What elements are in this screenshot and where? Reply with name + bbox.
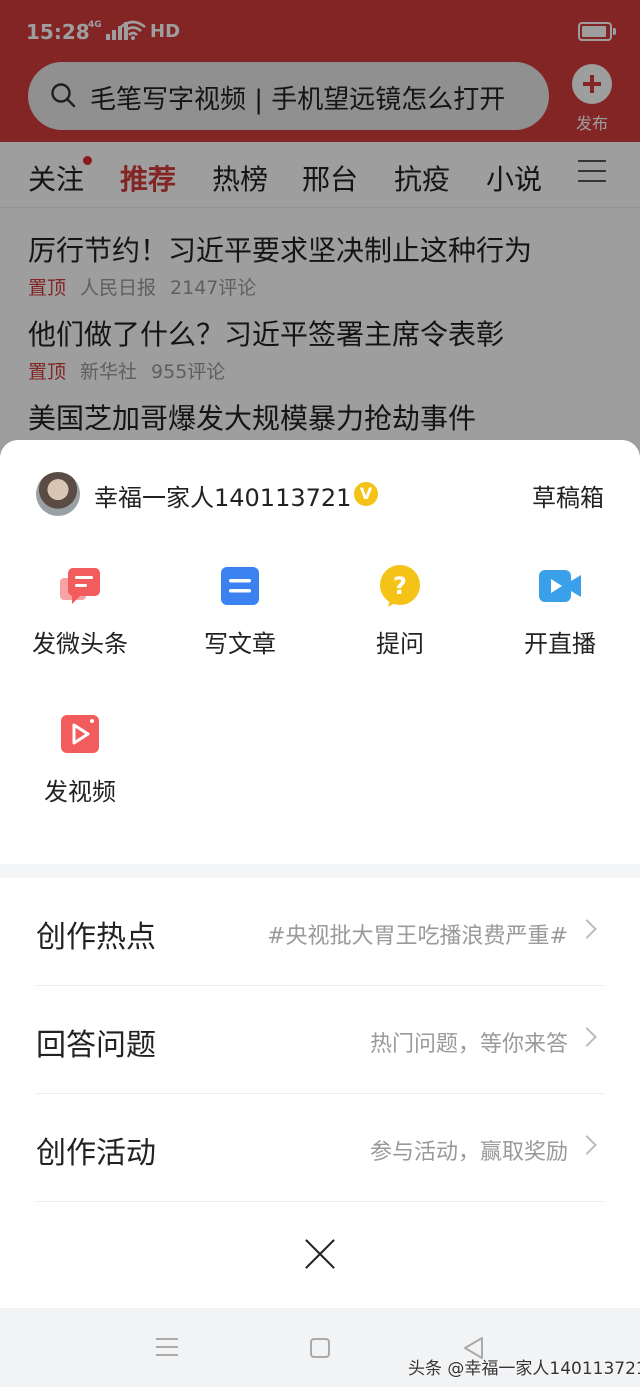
row-title: 回答问题: [36, 1028, 156, 1063]
chevron-right-icon: [577, 919, 597, 939]
ask-question-button[interactable]: ? 提问: [335, 564, 465, 659]
write-article-button[interactable]: 写文章: [175, 564, 305, 659]
row-subtitle: 参与活动，赢取奖励: [369, 1140, 568, 1165]
user-name: 幸福一家人140113721: [94, 484, 352, 512]
avatar[interactable]: [36, 472, 80, 516]
verified-icon: V: [354, 482, 378, 506]
creation-activity-row[interactable]: 创作活动 参与活动，赢取奖励: [36, 1094, 604, 1202]
svg-text:?: ?: [393, 572, 407, 600]
home-icon[interactable]: [310, 1338, 330, 1358]
action-label: 开直播: [524, 630, 596, 658]
video-icon: [58, 712, 102, 756]
drafts-button[interactable]: 草稿箱: [532, 478, 604, 513]
row-title: 创作活动: [36, 1136, 156, 1171]
micro-post-button[interactable]: 发微头条: [15, 564, 145, 659]
row-title: 创作热点: [36, 920, 156, 955]
system-nav-bar: 头条 @幸福一家人140113721: [0, 1308, 640, 1387]
watermark: 头条 @幸福一家人140113721: [408, 1359, 640, 1379]
micro-post-icon: [58, 564, 102, 608]
row-subtitle: 热门问题，等你来答: [369, 1032, 568, 1057]
chevron-right-icon: [577, 1135, 597, 1155]
action-label: 发视频: [44, 778, 116, 806]
recents-icon[interactable]: [156, 1338, 178, 1362]
action-label: 写文章: [204, 630, 276, 658]
action-label: 发微头条: [32, 630, 128, 658]
dim-overlay[interactable]: [0, 0, 640, 460]
live-icon: [538, 564, 582, 608]
creation-hotspot-row[interactable]: 创作热点 #央视批大胃王吃播浪费严重#: [36, 878, 604, 986]
chevron-right-icon: [577, 1027, 597, 1047]
row-subtitle: #央视批大胃王吃播浪费严重#: [267, 924, 568, 949]
user-row: 幸福一家人140113721 V 草稿箱: [36, 472, 604, 516]
article-icon: [218, 564, 262, 608]
answer-questions-row[interactable]: 回答问题 热门问题，等你来答: [36, 986, 604, 1094]
action-label: 提问: [376, 630, 424, 658]
go-live-button[interactable]: 开直播: [495, 564, 625, 659]
question-icon: ?: [378, 564, 422, 608]
publish-sheet: 幸福一家人140113721 V 草稿箱 发微头条 写文章 ? 提问 开直播 发…: [0, 440, 640, 1308]
close-icon[interactable]: [302, 1236, 338, 1272]
post-video-button[interactable]: 发视频: [15, 712, 145, 807]
section-divider: [0, 864, 640, 878]
